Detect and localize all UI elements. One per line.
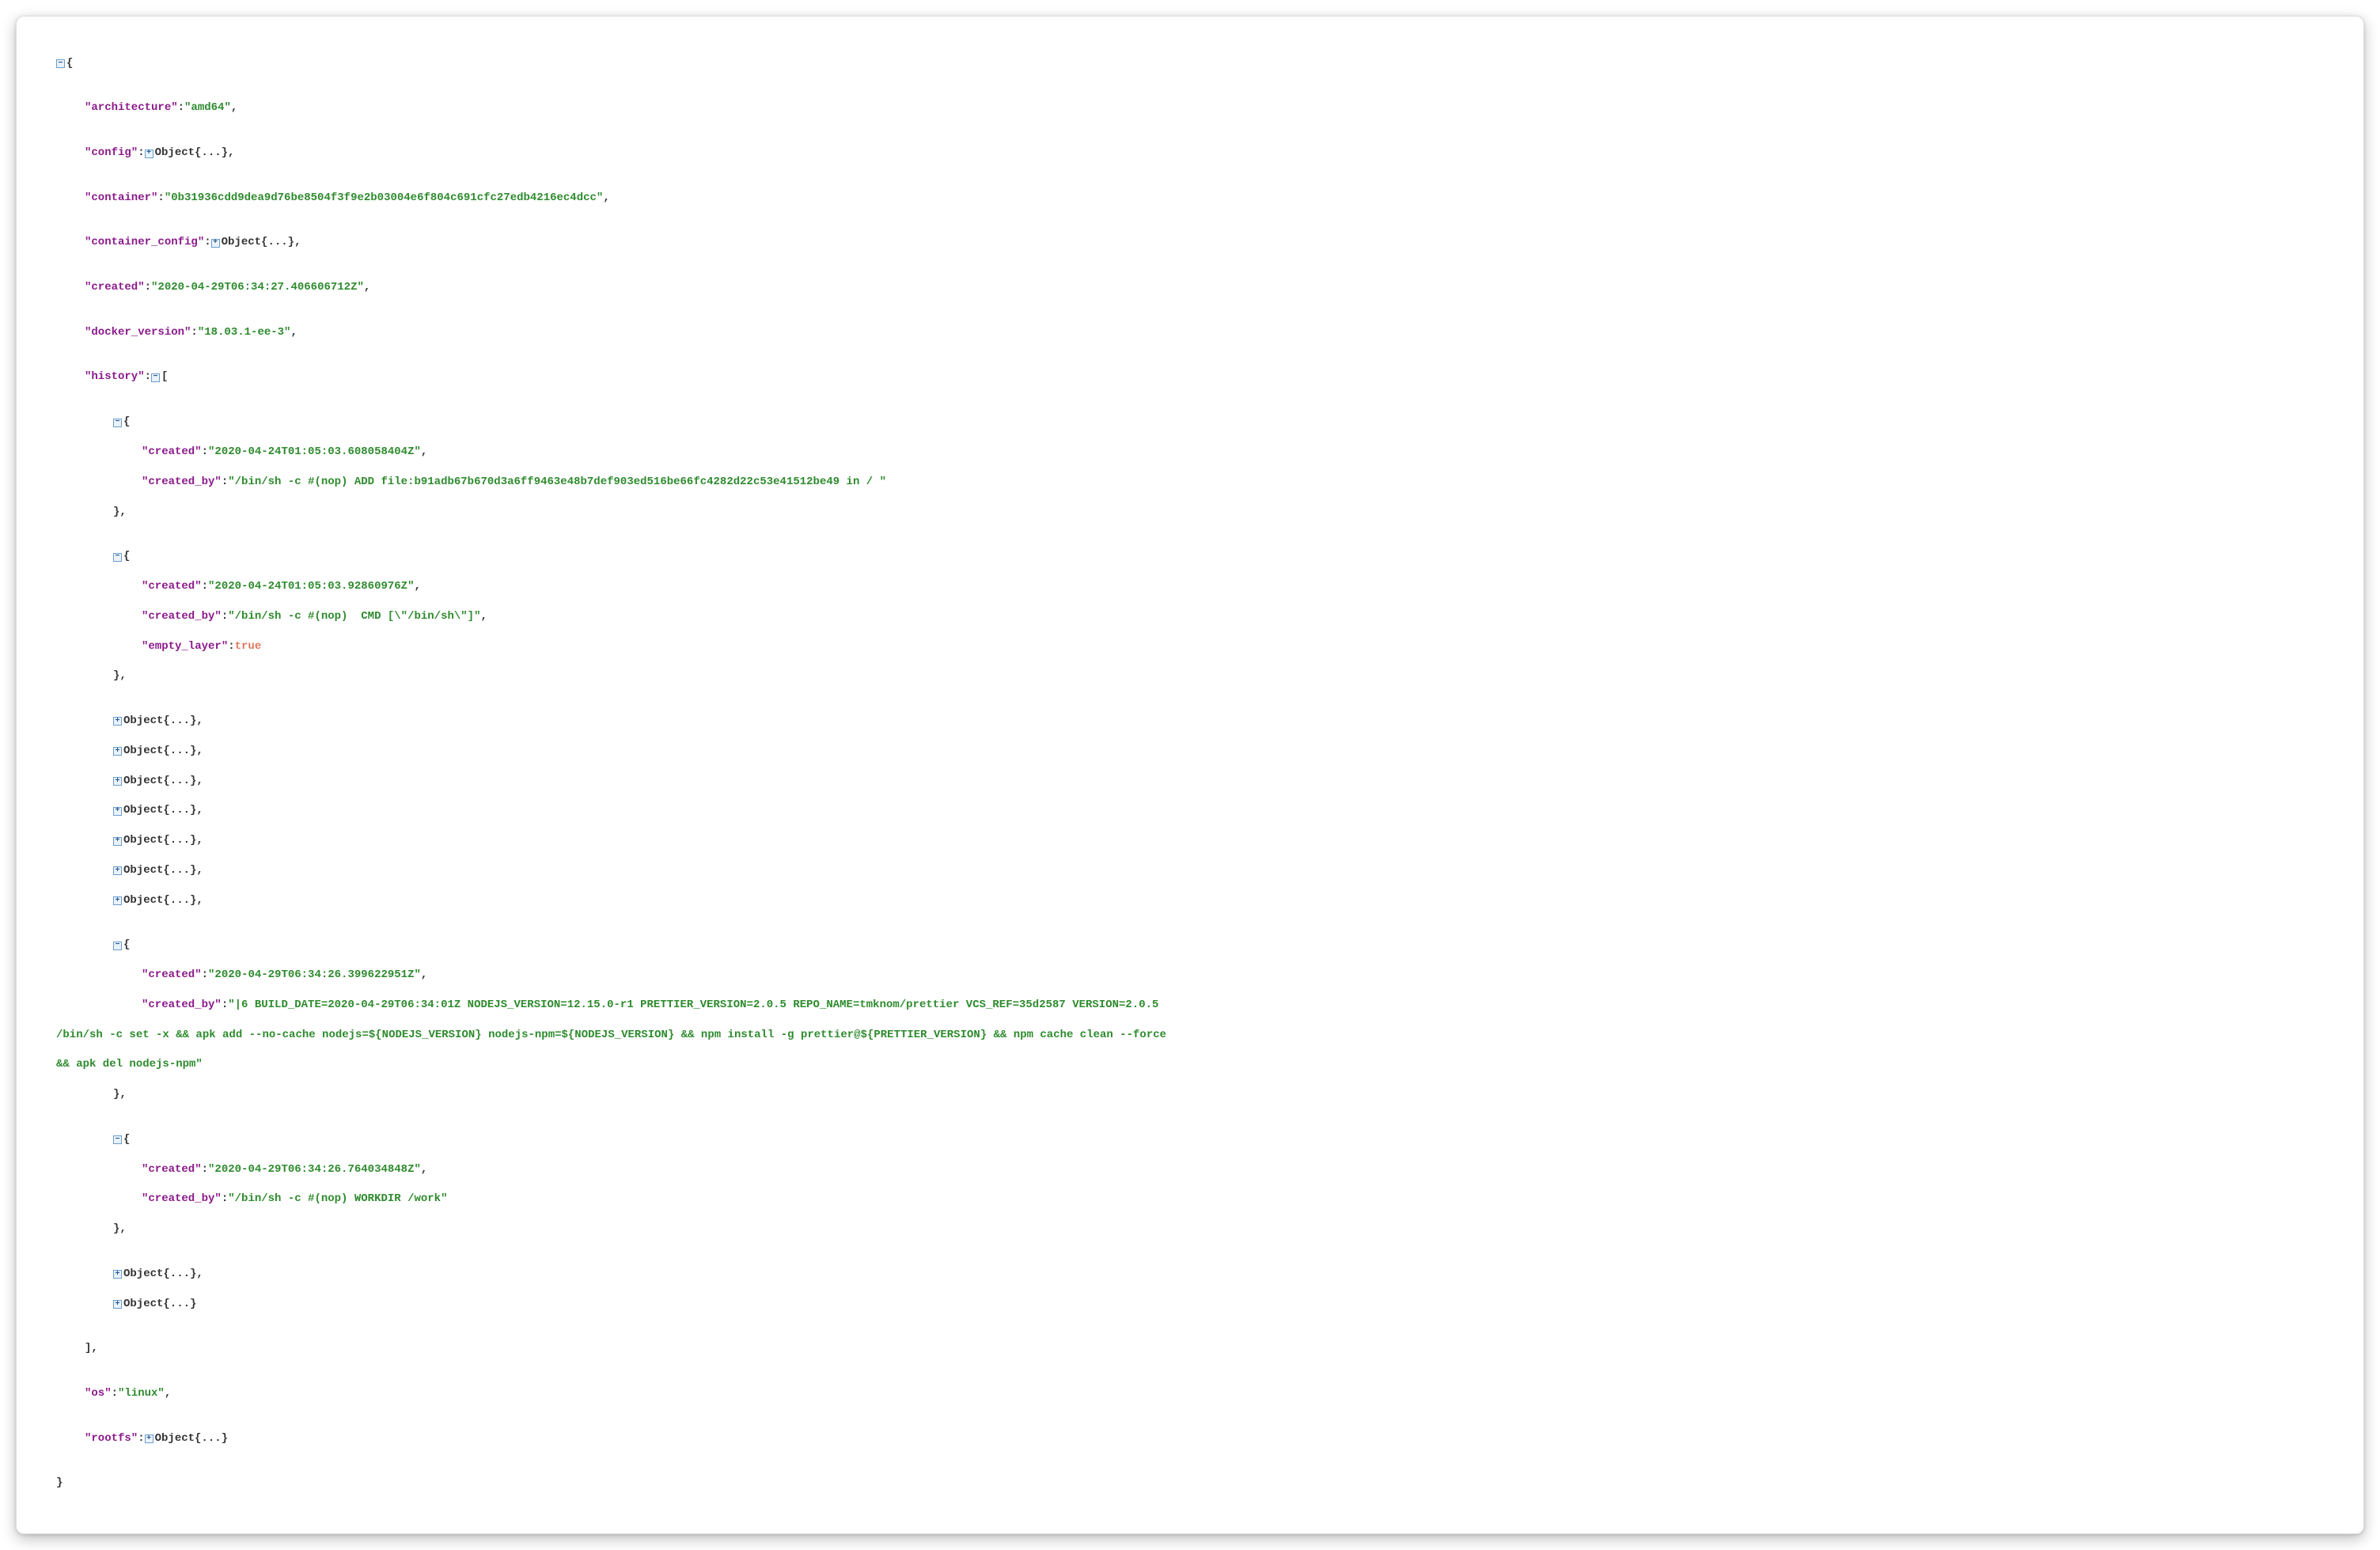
expand-icon[interactable] [113,896,122,905]
collapsed-object[interactable]: Object{...} [123,745,196,757]
brace-open: { [123,415,130,428]
collapsed-object[interactable]: Object{...} [123,714,196,727]
collapse-icon[interactable] [113,942,122,950]
collapsed-object[interactable]: Object{...} [155,1432,228,1445]
value-history-created-by-l1: "|6 BUILD_DATE=2020-04-29T06:34:01Z NODE… [228,999,1158,1011]
collapse-icon[interactable] [113,553,122,562]
key-history-created-by: "created_by" [142,999,222,1011]
brace-close: } [56,1476,63,1489]
collapsed-object[interactable]: Object{...} [123,775,196,787]
collapsed-object[interactable]: Object{...} [222,236,294,248]
key-rootfs: "rootfs" [85,1432,138,1445]
bracket-open: [ [161,370,168,383]
collapse-icon[interactable] [113,1135,122,1144]
key-history-created-by: "created_by" [142,1192,222,1205]
brace-open: { [123,550,130,563]
expand-icon[interactable] [113,747,122,756]
key-history-created: "created" [142,968,202,981]
expand-icon[interactable] [113,866,122,875]
brace-open: { [123,1133,130,1146]
key-history-created-by: "created_by" [142,476,222,488]
key-history-created: "created" [142,445,202,458]
expand-icon[interactable] [113,717,122,726]
collapsed-object[interactable]: Object{...} [123,804,196,817]
brace-open: { [66,57,73,70]
key-created: "created" [85,281,145,294]
value-created: "2020-04-29T06:34:27.406606712Z" [151,281,364,294]
key-history-created-by: "created_by" [142,610,222,623]
expand-icon[interactable] [145,150,153,158]
value-history-created-by: "/bin/sh -c #(nop) WORKDIR /work" [228,1192,447,1205]
key-docker-version: "docker_version" [85,326,191,339]
collapsed-object[interactable]: Object{...} [123,1268,196,1280]
brace-close: }, [113,1088,127,1101]
brace-open: { [123,938,130,951]
key-history-created: "created" [142,580,202,593]
expand-icon[interactable] [113,777,122,786]
expand-icon[interactable] [211,239,220,248]
expand-icon[interactable] [113,1270,122,1279]
key-config: "config" [85,146,138,159]
value-os: "linux" [118,1387,165,1400]
collapse-icon[interactable] [56,59,65,68]
value-history-created-by: "/bin/sh -c #(nop) CMD [\"/bin/sh\"]" [228,610,480,623]
expand-icon[interactable] [145,1434,153,1443]
value-history-created-by: "/bin/sh -c #(nop) ADD file:b91adb67b670… [228,476,886,488]
expand-icon[interactable] [113,807,122,816]
collapsed-object[interactable]: Object{...} [123,894,196,907]
value-history-created: "2020-04-29T06:34:26.764034848Z" [208,1163,421,1176]
value-history-created: "2020-04-24T01:05:03.92860976Z" [208,580,414,593]
key-history-created: "created" [142,1163,202,1176]
key-os: "os" [85,1387,112,1400]
key-empty-layer: "empty_layer" [142,640,228,653]
value-history-created-by-l2: /bin/sh -c set -x && apk add --no-cache … [56,1029,1166,1041]
expand-icon[interactable] [113,1300,122,1309]
collapsed-object[interactable]: Object{...} [155,146,228,159]
brace-close: }, [113,669,127,682]
key-container: "container" [85,191,157,204]
collapse-icon[interactable] [151,373,160,382]
value-container: "0b31936cdd9dea9d76be8504f3f9e2b03004e6f… [165,191,604,204]
value-history-created: "2020-04-24T01:05:03.608058404Z" [208,445,421,458]
value-docker-version: "18.03.1-ee-3" [198,326,291,339]
key-history: "history" [85,370,145,383]
bracket-close: ], [85,1342,98,1355]
brace-close: }, [113,506,127,518]
json-viewer-panel: { "architecture":"amd64", "config":Objec… [16,16,2364,1534]
collapsed-object[interactable]: Object{...} [123,834,196,847]
collapsed-object[interactable]: Object{...} [123,864,196,877]
expand-icon[interactable] [113,837,122,846]
value-history-created-by-l3: && apk del nodejs-npm" [56,1058,203,1071]
value-empty-layer: true [235,640,262,653]
value-history-created: "2020-04-29T06:34:26.399622951Z" [208,968,421,981]
value-architecture: "amd64" [184,101,231,114]
key-container-config: "container_config" [85,236,204,248]
collapse-icon[interactable] [113,419,122,427]
key-architecture: "architecture" [85,101,178,114]
collapsed-object[interactable]: Object{...} [123,1298,196,1310]
brace-close: }, [113,1222,127,1235]
